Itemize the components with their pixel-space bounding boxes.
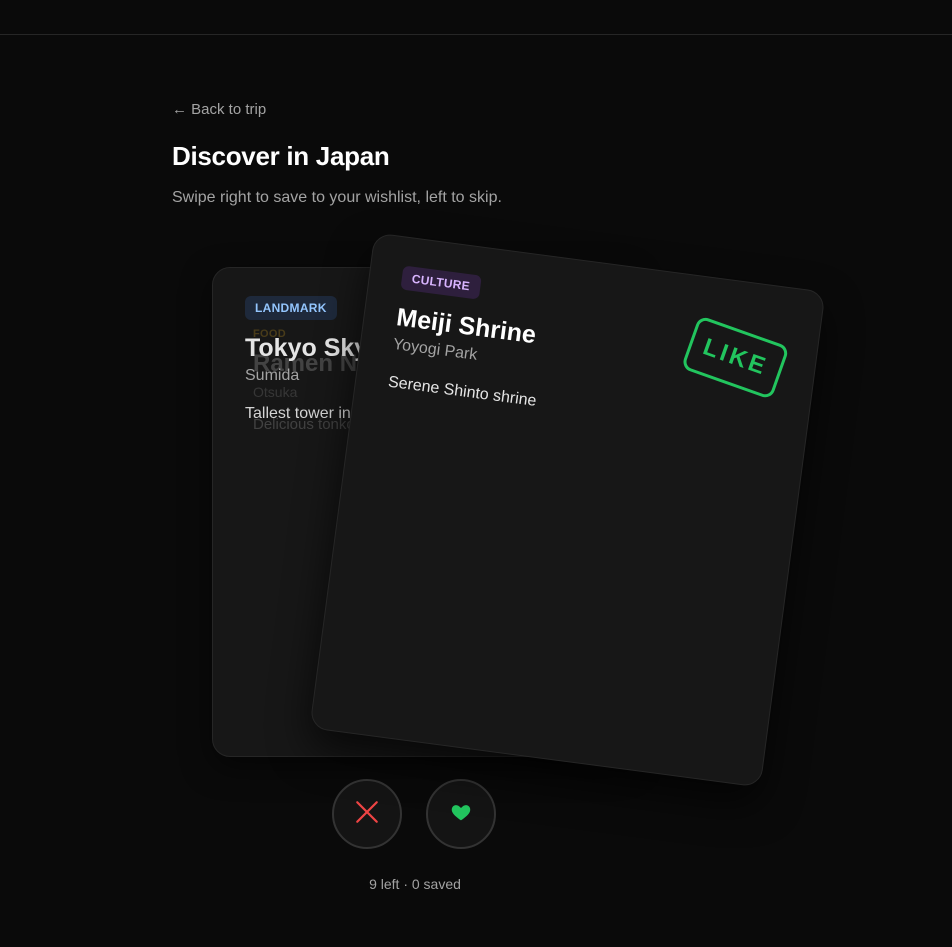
back-to-trip-link[interactable]: ← Back to trip bbox=[172, 101, 266, 118]
swipe-actions bbox=[332, 779, 496, 849]
close-icon bbox=[354, 799, 380, 830]
heart-icon bbox=[450, 801, 472, 828]
skip-button[interactable] bbox=[332, 779, 402, 849]
page-title: Discover in Japan bbox=[172, 141, 390, 171]
top-bar bbox=[0, 0, 952, 35]
remaining-count: 9 left · 0 saved bbox=[369, 876, 461, 892]
card-front[interactable]: CULTURE Meiji Shrine Yoyogi Park Serene … bbox=[309, 232, 826, 788]
like-button[interactable] bbox=[426, 779, 496, 849]
category-tag: LANDMARK bbox=[245, 296, 337, 320]
page-subtitle: Swipe right to save to your wishlist, le… bbox=[172, 189, 502, 206]
category-tag: CULTURE bbox=[400, 265, 482, 300]
